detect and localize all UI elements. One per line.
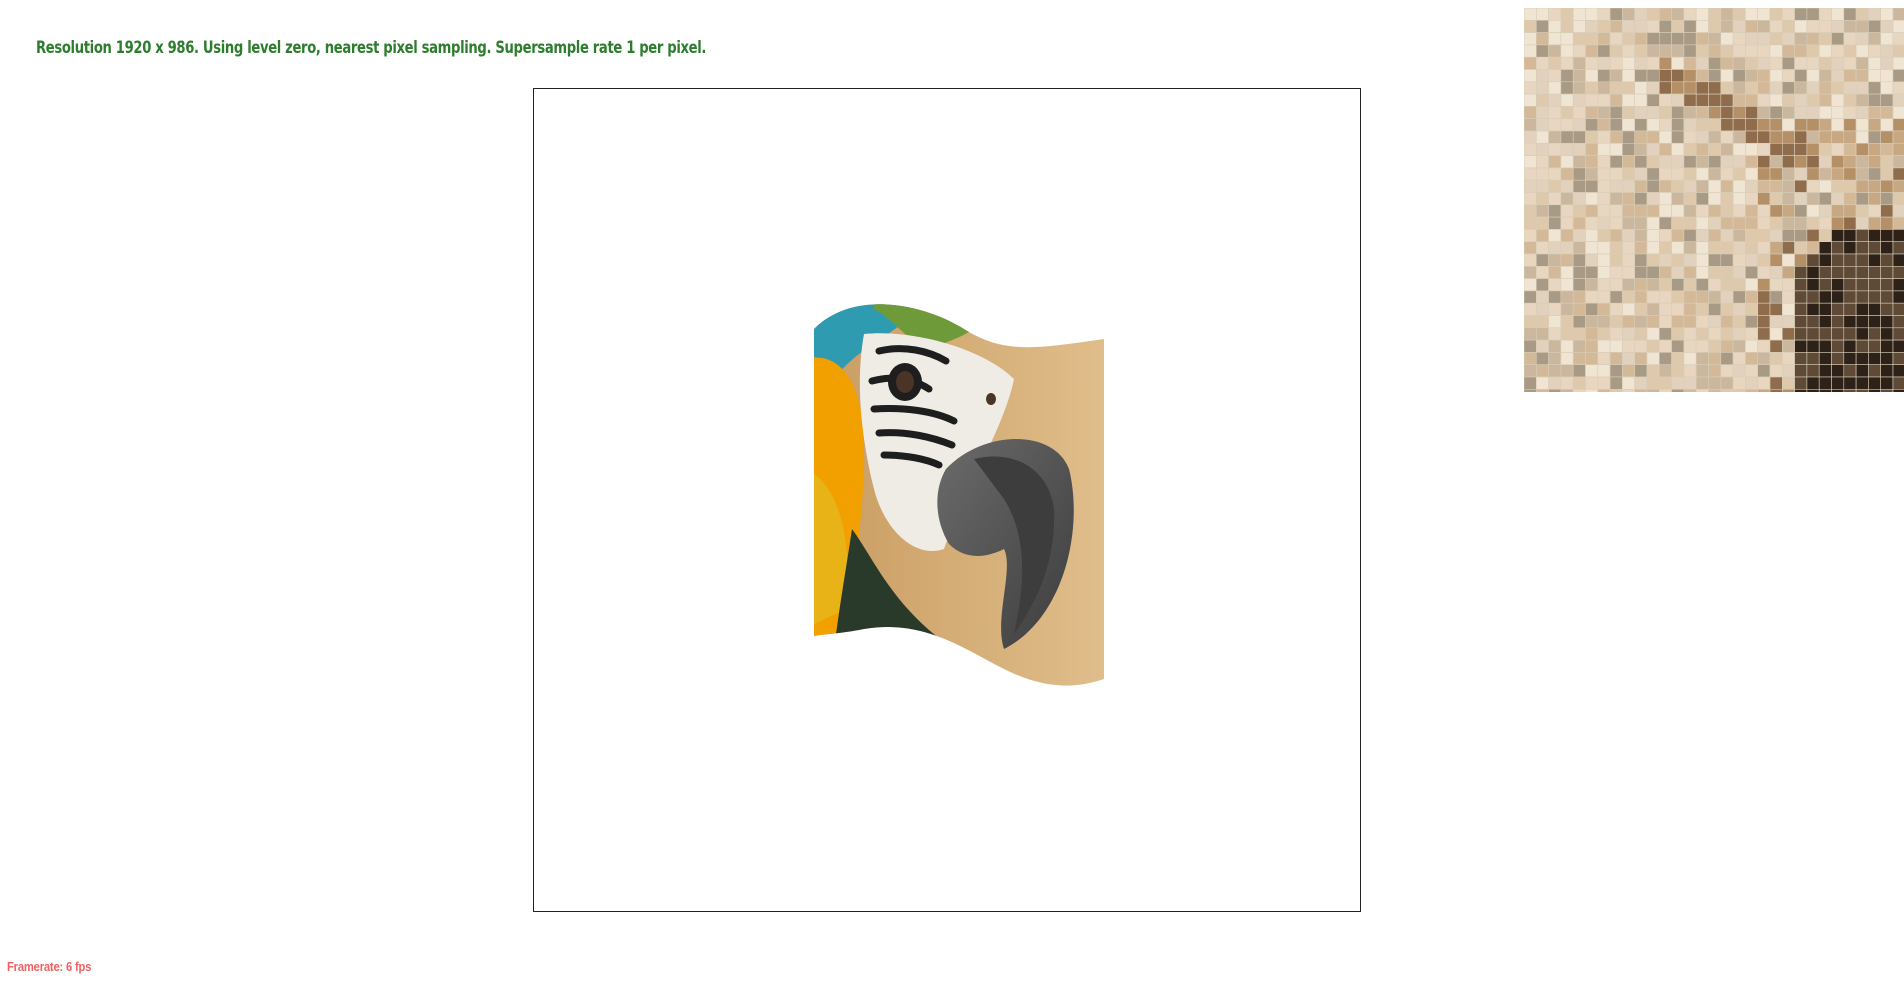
pixel-zoom-inspector bbox=[1524, 8, 1904, 392]
parrot-texture-image bbox=[814, 304, 1104, 686]
zoomed-pixel-grid bbox=[1524, 8, 1904, 392]
warped-texture-canvas bbox=[814, 304, 1104, 686]
render-viewport[interactable] bbox=[533, 88, 1361, 912]
sampling-status-text: Resolution 1920 x 986. Using level zero,… bbox=[36, 38, 707, 58]
framerate-indicator: Framerate: 6 fps bbox=[7, 959, 92, 974]
